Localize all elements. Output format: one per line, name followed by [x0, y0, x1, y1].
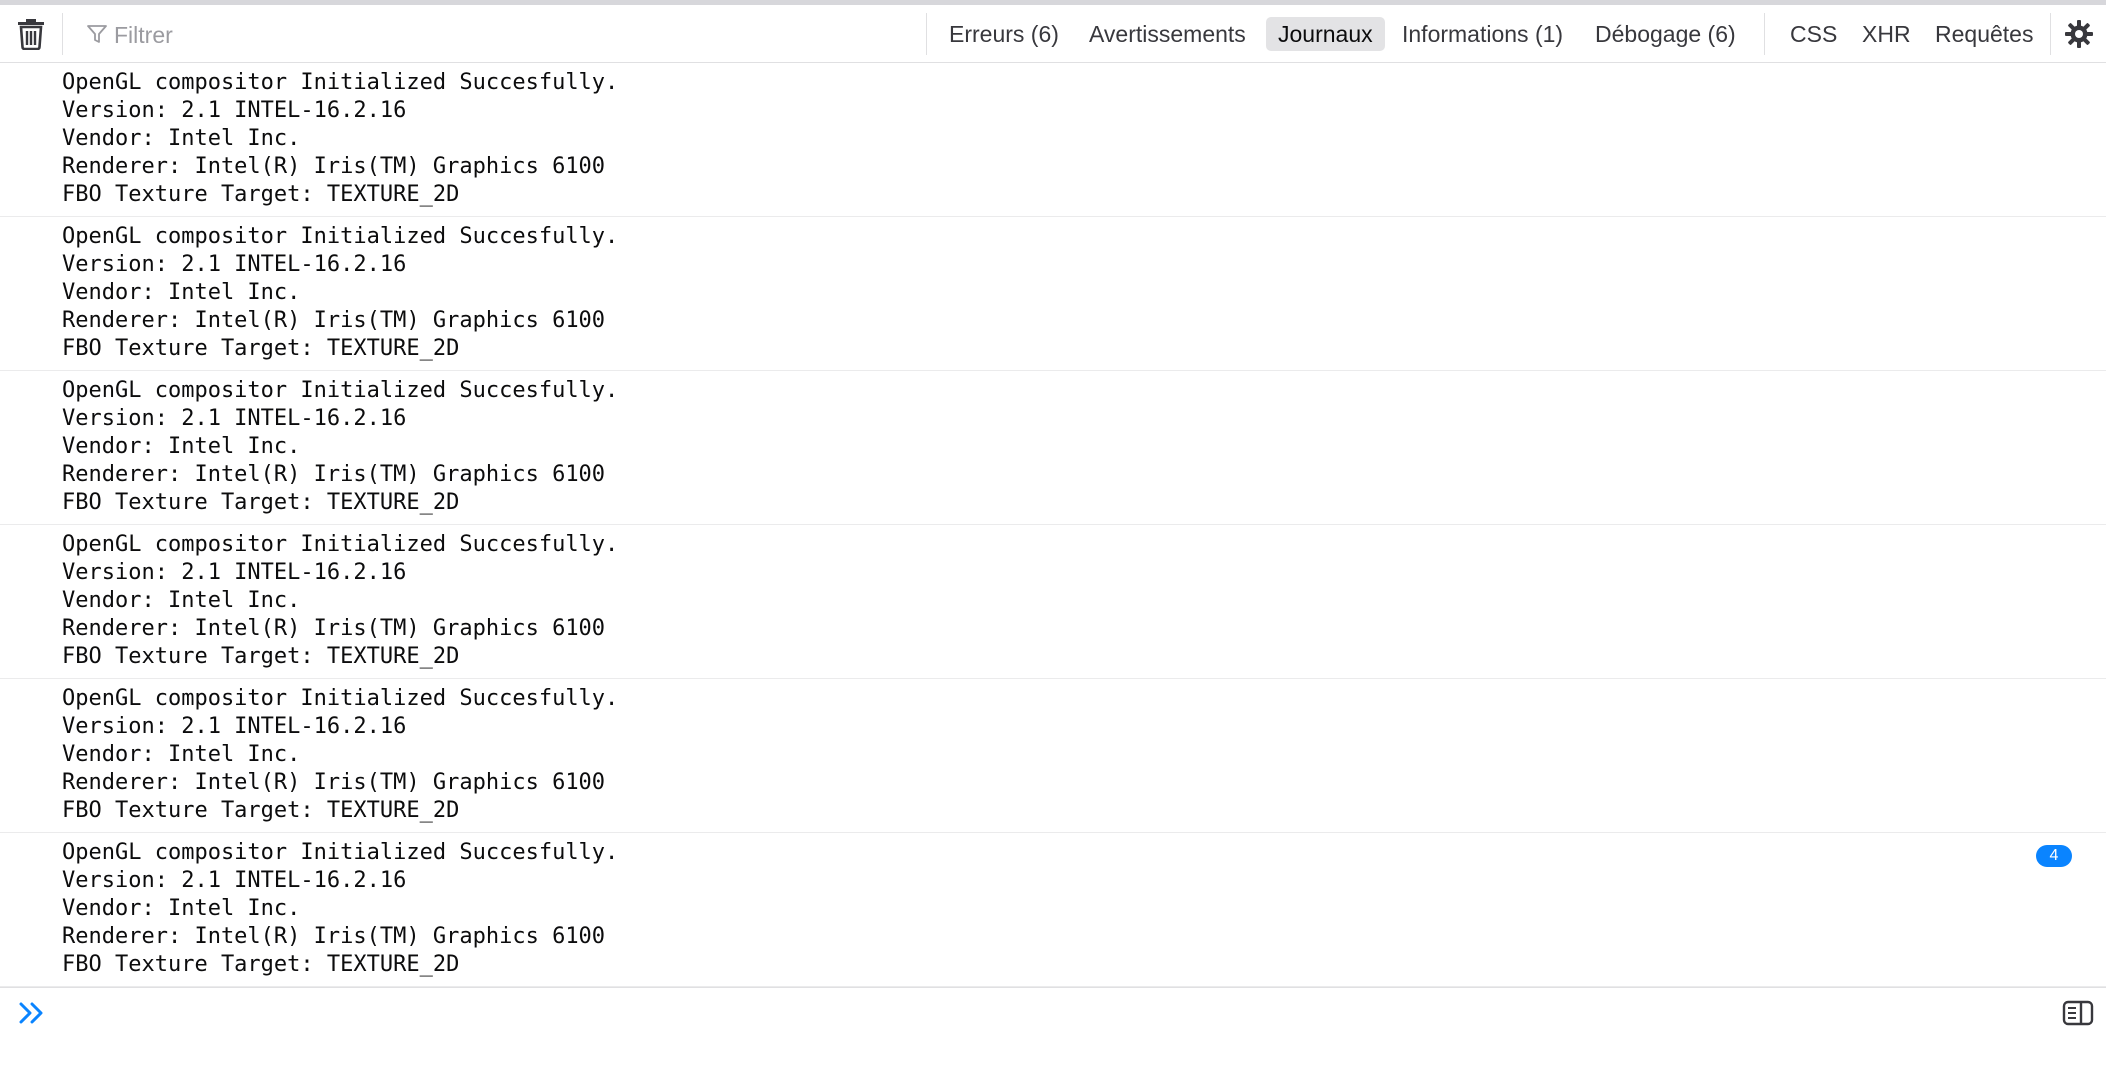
log-message: OpenGL compositor Initialized Succesfull…: [0, 371, 2106, 525]
log-line: Renderer: Intel(R) Iris(TM) Graphics 610…: [62, 308, 606, 333]
log-line: FBO Texture Target: TEXTURE_2D: [62, 182, 460, 207]
log-message: OpenGL compositor Initialized Succesfull…: [0, 525, 2106, 679]
filter-errors-button[interactable]: Erreurs (6): [937, 17, 1071, 51]
log-line: Renderer: Intel(R) Iris(TM) Graphics 610…: [62, 924, 606, 949]
log-line: OpenGL compositor Initialized Succesfull…: [62, 686, 619, 711]
toolbar-separator: [1764, 13, 1765, 55]
log-line: OpenGL compositor Initialized Succesfull…: [62, 224, 619, 249]
log-line: Version: 2.1 INTEL-16.2.16: [62, 406, 407, 431]
toolbar-separator: [2050, 13, 2051, 55]
log-line: OpenGL compositor Initialized Succesfull…: [62, 532, 619, 557]
log-line: Renderer: Intel(R) Iris(TM) Graphics 610…: [62, 616, 606, 641]
console-toolbar: Erreurs (6) Avertissements Journaux Info…: [0, 5, 2106, 63]
filter-logs-button[interactable]: Journaux: [1266, 17, 1385, 51]
log-line: OpenGL compositor Initialized Succesfull…: [62, 378, 619, 403]
log-line: OpenGL compositor Initialized Succesfull…: [62, 840, 619, 865]
log-line: FBO Texture Target: TEXTURE_2D: [62, 798, 460, 823]
log-line: Version: 2.1 INTEL-16.2.16: [62, 868, 407, 893]
filter-warnings-button[interactable]: Avertissements: [1077, 17, 1258, 51]
log-message: OpenGL compositor Initialized Succesfull…: [0, 679, 2106, 833]
console-output: OpenGL compositor Initialized Succesfull…: [0, 63, 2106, 987]
gear-icon[interactable]: [2064, 19, 2094, 49]
log-line: Vendor: Intel Inc.: [62, 434, 301, 459]
log-line: Vendor: Intel Inc.: [62, 588, 301, 613]
trash-icon[interactable]: [16, 16, 46, 50]
filter-icon: [87, 25, 107, 43]
filter-css-button[interactable]: CSS: [1778, 17, 1849, 51]
log-line: Version: 2.1 INTEL-16.2.16: [62, 560, 407, 585]
log-line: FBO Texture Target: TEXTURE_2D: [62, 490, 460, 515]
log-line: OpenGL compositor Initialized Succesfull…: [62, 70, 619, 95]
console-input-bar: [0, 987, 2106, 1037]
log-line: Version: 2.1 INTEL-16.2.16: [62, 98, 407, 123]
log-line: Vendor: Intel Inc.: [62, 742, 301, 767]
log-message: OpenGL compositor Initialized Succesfull…: [0, 833, 2106, 987]
filter-input[interactable]: [112, 17, 916, 53]
double-chevron-right-icon: [19, 1002, 43, 1024]
log-line: Vendor: Intel Inc.: [62, 126, 301, 151]
filter-xhr-button[interactable]: XHR: [1850, 17, 1923, 51]
log-line: FBO Texture Target: TEXTURE_2D: [62, 644, 460, 669]
filter-requests-button[interactable]: Requêtes: [1923, 17, 2045, 51]
log-line: Renderer: Intel(R) Iris(TM) Graphics 610…: [62, 154, 606, 179]
toolbar-separator: [62, 13, 63, 55]
sidebar-toggle-icon[interactable]: [2062, 1000, 2094, 1026]
console-input[interactable]: [60, 996, 2024, 1032]
repeat-count-badge: 4: [2036, 845, 2072, 867]
log-message: OpenGL compositor Initialized Succesfull…: [0, 217, 2106, 371]
log-line: FBO Texture Target: TEXTURE_2D: [62, 336, 460, 361]
filter-info-button[interactable]: Informations (1): [1390, 17, 1575, 51]
log-line: Version: 2.1 INTEL-16.2.16: [62, 252, 407, 277]
filter-debug-button[interactable]: Débogage (6): [1583, 17, 1748, 51]
log-line: FBO Texture Target: TEXTURE_2D: [62, 952, 460, 977]
log-line: Renderer: Intel(R) Iris(TM) Graphics 610…: [62, 770, 606, 795]
log-line: Renderer: Intel(R) Iris(TM) Graphics 610…: [62, 462, 606, 487]
log-line: Version: 2.1 INTEL-16.2.16: [62, 714, 407, 739]
log-line: Vendor: Intel Inc.: [62, 896, 301, 921]
log-line: Vendor: Intel Inc.: [62, 280, 301, 305]
toolbar-separator: [926, 13, 927, 55]
log-message: OpenGL compositor Initialized Succesfull…: [0, 63, 2106, 217]
